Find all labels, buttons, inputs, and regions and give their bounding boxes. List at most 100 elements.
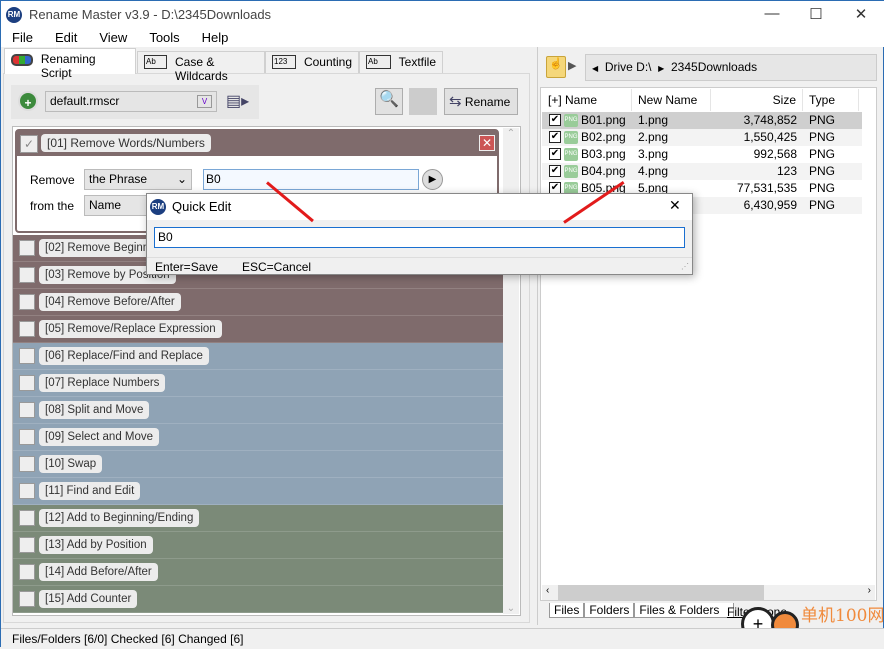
item-label: [06] Replace/Find and Replace	[39, 347, 209, 365]
item-checkbox[interactable]	[19, 240, 35, 256]
play-icon[interactable]: ▶	[422, 169, 443, 190]
item-label: [15] Add Counter	[39, 590, 138, 608]
item-01-checkbox[interactable]: ✓	[20, 135, 38, 153]
item-checkbox[interactable]	[19, 321, 35, 337]
item-checkbox[interactable]	[19, 267, 35, 283]
item-checkbox[interactable]	[19, 510, 35, 526]
title-bar: RM Rename Master v3.9 - D:\2345Downloads…	[1, 1, 884, 29]
undo-button[interactable]	[409, 88, 437, 115]
tab-textfile[interactable]: Ab Textfile	[359, 51, 443, 73]
breadcrumb-drive[interactable]: Drive D:\	[605, 60, 652, 74]
app-icon: RM	[6, 7, 22, 23]
script-item[interactable]: [12] Add to Beginning/Ending	[13, 505, 503, 532]
preview-button[interactable]: 🔍	[375, 88, 403, 115]
file-row[interactable]: ✔ PNG B02.png 2.png 1,550,425 PNG	[542, 129, 862, 146]
item-checkbox[interactable]	[19, 564, 35, 580]
horizontal-scrollbar[interactable]: ‹ ›	[542, 585, 875, 600]
column-size[interactable]: Size	[711, 89, 803, 111]
script-item[interactable]: [06] Replace/Find and Replace	[13, 343, 503, 370]
tab-renaming-script[interactable]: Renaming Script	[4, 48, 136, 80]
window-title: Rename Master v3.9 - D:\2345Downloads	[29, 7, 272, 22]
script-item[interactable]: [04] Remove Before/After	[13, 289, 503, 316]
png-file-icon: PNG	[564, 148, 578, 161]
status-bar: Files/Folders [6/0] Checked [6] Changed …	[1, 628, 884, 648]
item-checkbox[interactable]	[19, 375, 35, 391]
dialog-close-button[interactable]: ✕	[669, 197, 681, 214]
png-file-icon: PNG	[564, 131, 578, 144]
file-size: 6,430,959	[743, 198, 797, 212]
script-item[interactable]: [14] Add Before/After	[13, 559, 503, 586]
tab-files-folders[interactable]: Files & Folders	[634, 603, 735, 618]
tab-case-wildcards[interactable]: Ab Case & Wildcards	[137, 51, 265, 83]
column-name[interactable]: [+] Name	[542, 89, 632, 111]
png-file-icon: PNG	[564, 114, 578, 127]
file-checkbox[interactable]: ✔	[549, 114, 561, 126]
close-button[interactable]: ✕	[846, 5, 876, 23]
remove-label: Remove	[30, 173, 75, 187]
save-hint: Enter=Save	[155, 260, 219, 274]
tab-files[interactable]: Files	[549, 603, 585, 618]
item-label: [05] Remove/Replace Expression	[39, 320, 222, 338]
script-item[interactable]: [15] Add Counter	[13, 586, 503, 613]
file-checkbox[interactable]: ✔	[549, 131, 561, 143]
script-item[interactable]: [13] Add by Position	[13, 532, 503, 559]
item-checkbox[interactable]	[19, 591, 35, 607]
file-name: B04.png	[581, 164, 626, 178]
file-row[interactable]: ✔ PNG B03.png 3.png 992,568 PNG	[542, 146, 862, 163]
breadcrumb-folder[interactable]: 2345Downloads	[671, 60, 757, 74]
script-item[interactable]: [09] Select and Move	[13, 424, 503, 451]
script-item[interactable]: [05] Remove/Replace Expression	[13, 316, 503, 343]
item-checkbox[interactable]	[19, 537, 35, 553]
file-row[interactable]: ✔ PNG B01.png 1.png 3,748,852 PNG	[542, 112, 862, 129]
bottom-tabs: Files Folders Files & Folders	[549, 603, 735, 618]
script-item[interactable]: [11] Find and Edit	[13, 478, 503, 505]
file-new-name: 1.png	[638, 113, 669, 127]
menu-edit[interactable]: Edit	[44, 29, 88, 47]
counting-icon: 123	[272, 55, 296, 69]
menu-tools[interactable]: Tools	[138, 29, 190, 47]
file-checkbox[interactable]: ✔	[549, 165, 561, 177]
quick-edit-input[interactable]: B0	[154, 227, 685, 248]
menu-bar: File Edit View Tools Help	[1, 29, 884, 47]
script-menu-icon[interactable]: ▤▸	[226, 91, 256, 111]
item-checkbox[interactable]	[19, 483, 35, 499]
item-label: [11] Find and Edit	[39, 482, 141, 500]
chevron-left-icon[interactable]: ◀	[592, 64, 598, 73]
script-item[interactable]: [08] Split and Move	[13, 397, 503, 424]
remove-item-icon[interactable]: ✕	[479, 135, 495, 151]
magnifier-icon: 🔍	[379, 91, 399, 108]
column-new-name[interactable]: New Name	[632, 89, 711, 111]
menu-view[interactable]: View	[88, 29, 138, 47]
chevron-right-icon[interactable]: ▶	[568, 59, 576, 72]
tab-folders[interactable]: Folders	[584, 603, 635, 618]
item-checkbox[interactable]	[19, 456, 35, 472]
remove-type-select[interactable]: the Phrase ⌄	[84, 169, 192, 190]
phrase-input[interactable]: B0	[203, 169, 419, 190]
minimize-button[interactable]: —	[757, 5, 787, 22]
file-checkbox[interactable]: ✔	[549, 148, 561, 160]
folder-icon[interactable]: ☝	[546, 56, 566, 78]
resize-grip-icon[interactable]: ⋰	[681, 262, 689, 271]
item-checkbox[interactable]	[19, 402, 35, 418]
script-item[interactable]: [07] Replace Numbers	[13, 370, 503, 397]
script-item[interactable]: [10] Swap	[13, 451, 503, 478]
menu-file[interactable]: File	[1, 29, 44, 47]
rename-button[interactable]: ⇆ Rename	[444, 88, 518, 115]
maximize-button[interactable]: ☐	[801, 5, 831, 23]
add-icon[interactable]: +	[18, 91, 38, 111]
file-new-name: 2.png	[638, 130, 669, 144]
file-new-name: 3.png	[638, 147, 669, 161]
rename-icon: ⇆	[449, 93, 462, 110]
dialog-title: Quick Edit	[172, 199, 232, 214]
script-file-select[interactable]: default.rmscr V	[45, 91, 217, 112]
item-checkbox[interactable]	[19, 429, 35, 445]
chevron-right-icon: ▶	[658, 64, 665, 73]
file-type: PNG	[809, 164, 836, 178]
menu-help[interactable]: Help	[191, 29, 240, 47]
item-checkbox[interactable]	[19, 294, 35, 310]
column-type[interactable]: Type	[803, 89, 859, 111]
item-checkbox[interactable]	[19, 348, 35, 364]
tab-counting[interactable]: 123 Counting	[265, 51, 359, 73]
file-row[interactable]: ✔ PNG B04.png 4.png 123 PNG	[542, 163, 862, 180]
file-type: PNG	[809, 198, 836, 212]
